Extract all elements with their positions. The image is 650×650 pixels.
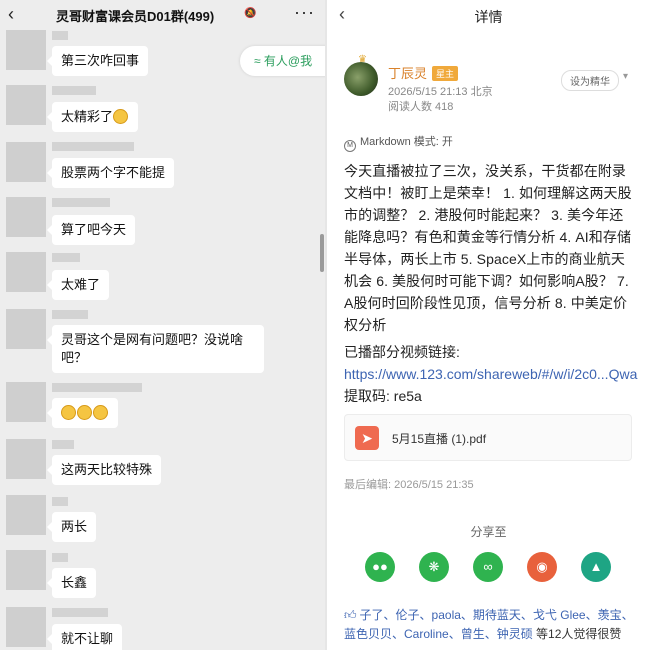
markdown-mode[interactable]: M Markdown 模式: 开	[344, 133, 453, 152]
sender-nickname	[52, 310, 88, 319]
message-bubble[interactable]	[47, 398, 118, 428]
avatar[interactable]	[6, 197, 46, 237]
sender-nickname	[52, 608, 108, 617]
post-detail-panel: ‹ 详情 ♛ 丁辰灵 星主 2026/5/15 21:13 北京 阅读人数 41…	[327, 0, 650, 650]
message-bubble[interactable]: 第三次咋回事	[46, 46, 149, 76]
avatar[interactable]	[6, 439, 46, 479]
message-text: 两长	[61, 519, 88, 534]
moments-icon[interactable]: ❋	[419, 552, 449, 582]
share-label: 分享至	[470, 525, 507, 539]
sender-nickname	[52, 553, 68, 562]
message-bubble[interactable]: 太精彩了	[46, 102, 139, 132]
scrollbar[interactable]	[320, 234, 324, 272]
avatar[interactable]	[6, 382, 46, 422]
emoji-icon	[77, 405, 92, 420]
message-bubble[interactable]: 长鑫	[46, 568, 97, 598]
read-count: 阅读人数 418	[388, 101, 454, 113]
smile-emoji-icon	[113, 109, 129, 124]
sender-nickname	[52, 383, 142, 392]
markdown-icon: M	[344, 140, 356, 152]
message-text: 灵哥这个是网有问题吧？没说啥吧？	[61, 332, 244, 365]
video-link-section: 已播部分视频链接: https://www.123.com/shareweb/#…	[344, 341, 637, 407]
message-text: 就不让聊	[61, 631, 114, 646]
likes-list: 👍︎ 子了、伦子、paola、期待蓝天、戈弋 Glee、羡宝、蓝色贝贝、Carol…	[344, 606, 644, 644]
more-dots-icon[interactable]: ···	[294, 2, 315, 23]
video-link[interactable]: https://www.123.com/shareweb/#/w/i/2c0..…	[344, 366, 637, 382]
crown-icon: ♛	[358, 54, 367, 65]
emoji-icon	[61, 405, 76, 420]
sender-nickname	[52, 86, 96, 95]
message-text: 太难了	[61, 277, 101, 292]
avatar[interactable]	[6, 30, 46, 70]
message-text: 长鑫	[61, 575, 88, 590]
extract-code: 提取码: re5a	[344, 388, 422, 404]
chevron-down-icon[interactable]: ▾	[623, 71, 628, 82]
last-edited-time: 最后编辑: 2026/5/15 21:35	[344, 479, 474, 491]
role-badge: 星主	[432, 66, 459, 81]
message-text: 这两天比较特殊	[61, 462, 153, 477]
message-bubble[interactable]: 就不让聊	[46, 624, 123, 650]
message-bubble[interactable]: 股票两个字不能提	[46, 158, 175, 188]
markdown-mode-label: Markdown 模式: 开	[360, 136, 453, 148]
message-text: 第三次咋回事	[61, 53, 140, 68]
page-title: 详情	[474, 9, 503, 25]
message-text: 太精彩了	[61, 109, 114, 124]
sender-nickname	[52, 497, 68, 506]
sender-nickname	[52, 198, 110, 207]
mini-program-icon[interactable]: ∞	[473, 552, 503, 582]
sender-nickname	[52, 142, 134, 151]
mention-me-pill[interactable]: ≈ 有人@我	[240, 46, 325, 76]
message-text: 股票两个字不能提	[61, 165, 166, 180]
group-chat-panel: ‹ 灵哥财富课会员D01群(499) 🔕 ··· 第三次咋回事 太精彩了 股票两…	[0, 0, 325, 650]
attachment-file-name: 5月15直播 (1).pdf	[392, 432, 487, 446]
avatar[interactable]	[6, 85, 46, 125]
message-bubble[interactable]: 这两天比较特殊	[46, 455, 162, 485]
message-bubble[interactable]: 太难了	[46, 270, 110, 300]
sender-nickname	[52, 31, 68, 40]
weibo-icon[interactable]: ◉	[527, 552, 557, 582]
avatar[interactable]	[6, 495, 46, 535]
video-link-label: 已播部分视频链接:	[344, 344, 460, 360]
avatar[interactable]	[6, 309, 46, 349]
set-featured-button[interactable]: 设为精华	[561, 70, 619, 91]
avatar[interactable]	[6, 550, 46, 590]
wechat-icon[interactable]: ●●	[365, 552, 395, 582]
group-title: 灵哥财富课会员D01群(499)	[56, 9, 215, 24]
sender-nickname	[52, 253, 80, 262]
thumbs-up-icon[interactable]: 👍︎	[344, 608, 357, 622]
post-time: 2026/5/15 21:13 北京	[388, 86, 493, 98]
emoji-icon	[93, 405, 108, 420]
avatar[interactable]	[6, 252, 46, 292]
bell-muted-icon: 🔕	[244, 8, 257, 19]
message-bubble[interactable]: 灵哥这个是网有问题吧？没说啥吧？	[47, 325, 264, 373]
message-bubble[interactable]: 两长	[46, 512, 97, 542]
post-body: 今天直播被拉了三次，没关系，干货都在附录文档中！被盯上是荣幸！ 1. 如何理解这…	[344, 163, 632, 333]
likes-count: 等12人觉得很赞	[536, 627, 622, 641]
avatar[interactable]	[6, 142, 46, 182]
author-avatar[interactable]	[344, 62, 378, 96]
chat-header: ‹ 灵哥财富课会员D01群(499) 🔕 ···	[0, 0, 325, 30]
pdf-icon: ➤	[355, 426, 379, 450]
sender-nickname	[52, 440, 74, 449]
avatar[interactable]	[6, 607, 46, 647]
chevron-left-icon[interactable]: ‹	[8, 3, 14, 25]
gallery-icon[interactable]: ▲	[581, 552, 611, 582]
message-text: 算了吧今天	[61, 222, 127, 237]
pdf-attachment[interactable]: ➤ 5月15直播 (1).pdf	[344, 414, 632, 461]
author-name[interactable]: 丁辰灵	[388, 63, 427, 82]
message-bubble[interactable]: 算了吧今天	[46, 215, 136, 245]
